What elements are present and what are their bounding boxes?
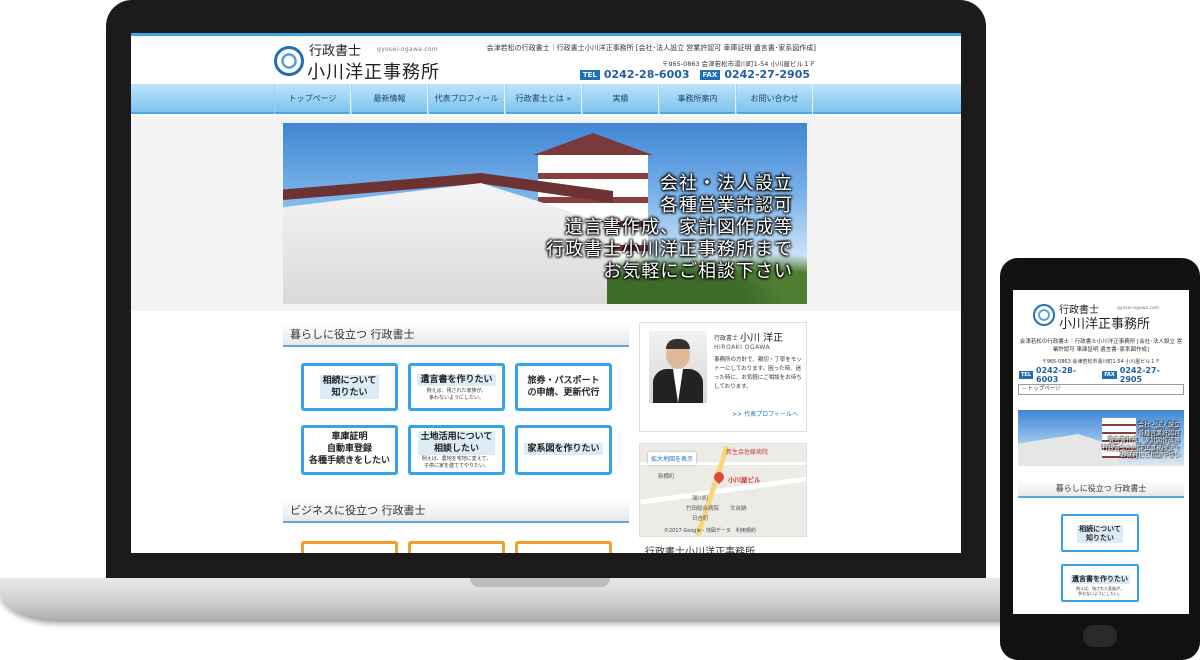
business-service-button[interactable] bbox=[408, 541, 505, 553]
map-label: 日吉町 bbox=[692, 516, 709, 522]
header-contact: TEL 0242-28-6003 FAX 0242-27-2905 bbox=[1019, 366, 1183, 384]
service-land-button[interactable]: 土地活用について 相談したい 例えば、農地を宅地に変えて、 子供に家を建ててやりたい… bbox=[408, 425, 505, 475]
profile-name-roman: HIROAKI OGAWA bbox=[714, 344, 771, 351]
laptop-notch bbox=[470, 578, 610, 587]
header-description: 会津若松の行政書士｜行政書士小川洋正事務所 [会社･法人設立 営業許認可 車庫証… bbox=[1019, 339, 1183, 353]
service-title: 相続について 知りたい bbox=[1077, 525, 1123, 543]
header-description: 会津若松の行政書士｜行政書士小川洋正事務所 [会社･法人設立 営業許認可 車庫証… bbox=[486, 44, 816, 52]
fax-number: 0242-27-2905 bbox=[724, 68, 810, 81]
fax-badge: FAX bbox=[1102, 371, 1117, 379]
map-copyright: ©2017 Google - 地図データ 利用規約 bbox=[664, 528, 756, 534]
desktop-site: 行政書士 gyosei-ogawa.com 小川洋正事務所 会津若松の行政書士｜… bbox=[131, 33, 961, 553]
service-title: 相続について 知りたい bbox=[319, 375, 380, 399]
service-passport-button[interactable]: 旅券・パスポート の申請、更新代行 bbox=[515, 363, 612, 411]
hero-line: 会社・法人設立 bbox=[1137, 422, 1180, 429]
tel-number[interactable]: 0242-28-6003 bbox=[1036, 366, 1095, 384]
logo-text-line2[interactable]: 小川洋正事務所 bbox=[1059, 313, 1150, 332]
profile-link[interactable]: >> 代表プロフィールへ bbox=[732, 409, 798, 418]
profile-photo bbox=[649, 331, 707, 403]
device-mockup: 行政書士 gyosei-ogawa.com 小川洋正事務所 会津若松の行政書士｜… bbox=[0, 0, 1200, 660]
map-label-building: 小川屋ビル bbox=[728, 476, 761, 484]
mobile-site: 行政書士 gyosei-ogawa.com 小川洋正事務所 会津若松の行政書士｜… bbox=[1013, 290, 1189, 614]
nav-item-contact[interactable]: お問い合わせ bbox=[736, 84, 813, 114]
map-label: 竹田総合病院 bbox=[686, 506, 720, 512]
service-title: 車庫証明 自動車登録 各種手続きをしたい bbox=[308, 432, 390, 466]
service-garage-button[interactable]: 車庫証明 自動車登録 各種手続きをしたい bbox=[301, 425, 398, 475]
nav-item-office[interactable]: 事務所案内 bbox=[659, 84, 736, 114]
logo-domain: gyosei-ogawa.com bbox=[377, 46, 439, 53]
fax-badge: FAX bbox=[699, 69, 721, 80]
hero-line: 各種営業許認可 bbox=[1137, 429, 1180, 437]
map-label-hospital: 新生会佐藤病院 bbox=[726, 449, 769, 456]
hero-line: 遺言書作成、家計図作成等 bbox=[1107, 437, 1180, 444]
service-inheritance-button[interactable]: 相続について 知りたい bbox=[1061, 514, 1139, 552]
service-will-button[interactable]: 遺言書を作りたい 例えば、残された家族が、 争わないようにしたい。 bbox=[408, 363, 505, 411]
hero-line: 会社・法人設立 bbox=[660, 173, 793, 194]
profile-title: 行政書士 bbox=[714, 335, 739, 342]
service-title: 遺言書を作りたい bbox=[417, 374, 496, 386]
business-service-button[interactable] bbox=[301, 541, 398, 553]
map-label: 新横町 bbox=[658, 474, 675, 480]
header-address: 〒965-0863 会津若松市湯川町1-54 小川屋ビル１Ｆ bbox=[661, 60, 816, 68]
profile-card: 行政書士 小川 洋正 HIROAKI OGAWA 事務所の方針で、親切・丁寧をモ… bbox=[639, 322, 807, 432]
service-will-button[interactable]: 遺言書を作りたい 例えば、残された家族が、 争わないようにしたい。 bbox=[1061, 564, 1139, 602]
office-caption: 行政書士小川洋正事務所 bbox=[645, 547, 755, 553]
section-title-life: 暮らしに役立つ 行政書士 bbox=[283, 323, 629, 347]
service-title: 遺言書を作りたい bbox=[1070, 575, 1130, 584]
nav-item-top[interactable]: トップページ bbox=[274, 84, 351, 114]
business-service-button[interactable] bbox=[515, 541, 612, 553]
service-inheritance-button[interactable]: 相続について 知りたい bbox=[301, 363, 398, 411]
logo-text-line1[interactable]: 行政書士 bbox=[309, 40, 361, 59]
logo-text-line2[interactable]: 小川洋正事務所 bbox=[307, 58, 440, 84]
service-subtitle: 例えば、農地を宅地に変えて、 子供に家を建ててやりたい。 bbox=[421, 456, 492, 469]
hero-line: 遺言書作成、家計図作成等 bbox=[565, 217, 793, 238]
hero-line: お気軽にご相談下さい bbox=[603, 261, 793, 282]
mobile-nav-select[interactable]: -- トップページ bbox=[1018, 384, 1184, 395]
site-header: 行政書士 gyosei-ogawa.com 小川洋正事務所 会津若松の行政書士｜… bbox=[131, 36, 961, 84]
google-map[interactable]: 拡大地図を表示 新生会佐藤病院 小川屋ビル 新横町 湯川町 竹田総合病院 日吉町… bbox=[639, 443, 807, 537]
map-label: 文台跡 bbox=[730, 506, 747, 512]
phone-home-button bbox=[1083, 625, 1117, 647]
nav-item-results[interactable]: 実績 bbox=[582, 84, 659, 114]
hero-line: 各種営業許認可 bbox=[660, 195, 793, 216]
service-subtitle: 例えば、残された家族が、 争わないようにしたい。 bbox=[426, 388, 487, 401]
tel-badge: TEL bbox=[1019, 371, 1034, 379]
section-title-business: ビジネスに役立つ 行政書士 bbox=[283, 499, 629, 523]
service-family-tree-button[interactable]: 家系図を作りたい bbox=[515, 425, 612, 475]
hero-line: 行政書士小川洋正事務所まで bbox=[546, 239, 793, 260]
tel-badge: TEL bbox=[579, 69, 600, 80]
nav-item-about[interactable]: 行政書士とは » bbox=[505, 84, 582, 114]
nav-item-profile[interactable]: 代表プロフィール bbox=[428, 84, 505, 114]
hero-banner: 会社・法人設立 各種営業許認可 遺言書作成、家計図作成等 行政書士小川洋正事務所… bbox=[283, 123, 807, 304]
section-title-life: 暮らしに役立つ 行政書士 bbox=[1018, 480, 1184, 498]
logo-domain: gyosei-ogawa.com bbox=[1117, 306, 1160, 311]
service-title: 土地活用について 相談したい bbox=[417, 431, 496, 455]
hero-copy: 会社・法人設立 各種営業許認可 遺言書作成、家計図作成等 行政書士小川洋正事務所… bbox=[1102, 422, 1180, 460]
tel-number[interactable]: 0242-28-6003 bbox=[604, 68, 690, 81]
header-address: 〒965-0863 会津若松市湯川町1-54 小川屋ビル１Ｆ bbox=[1041, 359, 1161, 365]
hero-line: 行政書士小川洋正事務所まで bbox=[1101, 444, 1180, 452]
service-title: 家系図を作りたい bbox=[524, 443, 603, 455]
main-nav: トップページ 最新情報 代表プロフィール 行政書士とは » 実績 事務所案内 お… bbox=[131, 84, 961, 114]
mobile-hero-banner: 会社・法人設立 各種営業許認可 遺言書作成、家計図作成等 行政書士小川洋正事務所… bbox=[1018, 410, 1184, 466]
logo-emblem-icon[interactable] bbox=[1033, 304, 1055, 326]
hero-line: お気軽にご相談下さい bbox=[1120, 452, 1180, 459]
map-label: 湯川町 bbox=[692, 496, 709, 502]
castle-roof bbox=[533, 133, 653, 155]
service-subtitle: 例えば、残された家族が、 争わないようにしたい。 bbox=[1076, 586, 1124, 596]
fax-number: 0242-27-2905 bbox=[1119, 366, 1160, 384]
map-zoom-link[interactable]: 拡大地図を表示 bbox=[648, 452, 697, 465]
nav-item-news[interactable]: 最新情報 bbox=[351, 84, 428, 114]
header-contact: TEL 0242-28-6003 FAX 0242-27-2905 bbox=[579, 68, 816, 81]
service-title: 旅券・パスポート の申請、更新代行 bbox=[527, 376, 600, 398]
logo-emblem-icon[interactable] bbox=[274, 46, 304, 76]
hero-copy: 会社・法人設立 各種営業許認可 遺言書作成、家計図作成等 行政書士小川洋正事務所… bbox=[546, 173, 793, 283]
profile-text: 事務所の方針で、親切・丁寧をモットーにしております。困った時、迷った時に、お気軽… bbox=[714, 357, 802, 390]
profile-name: 小川 洋正 bbox=[740, 333, 784, 344]
